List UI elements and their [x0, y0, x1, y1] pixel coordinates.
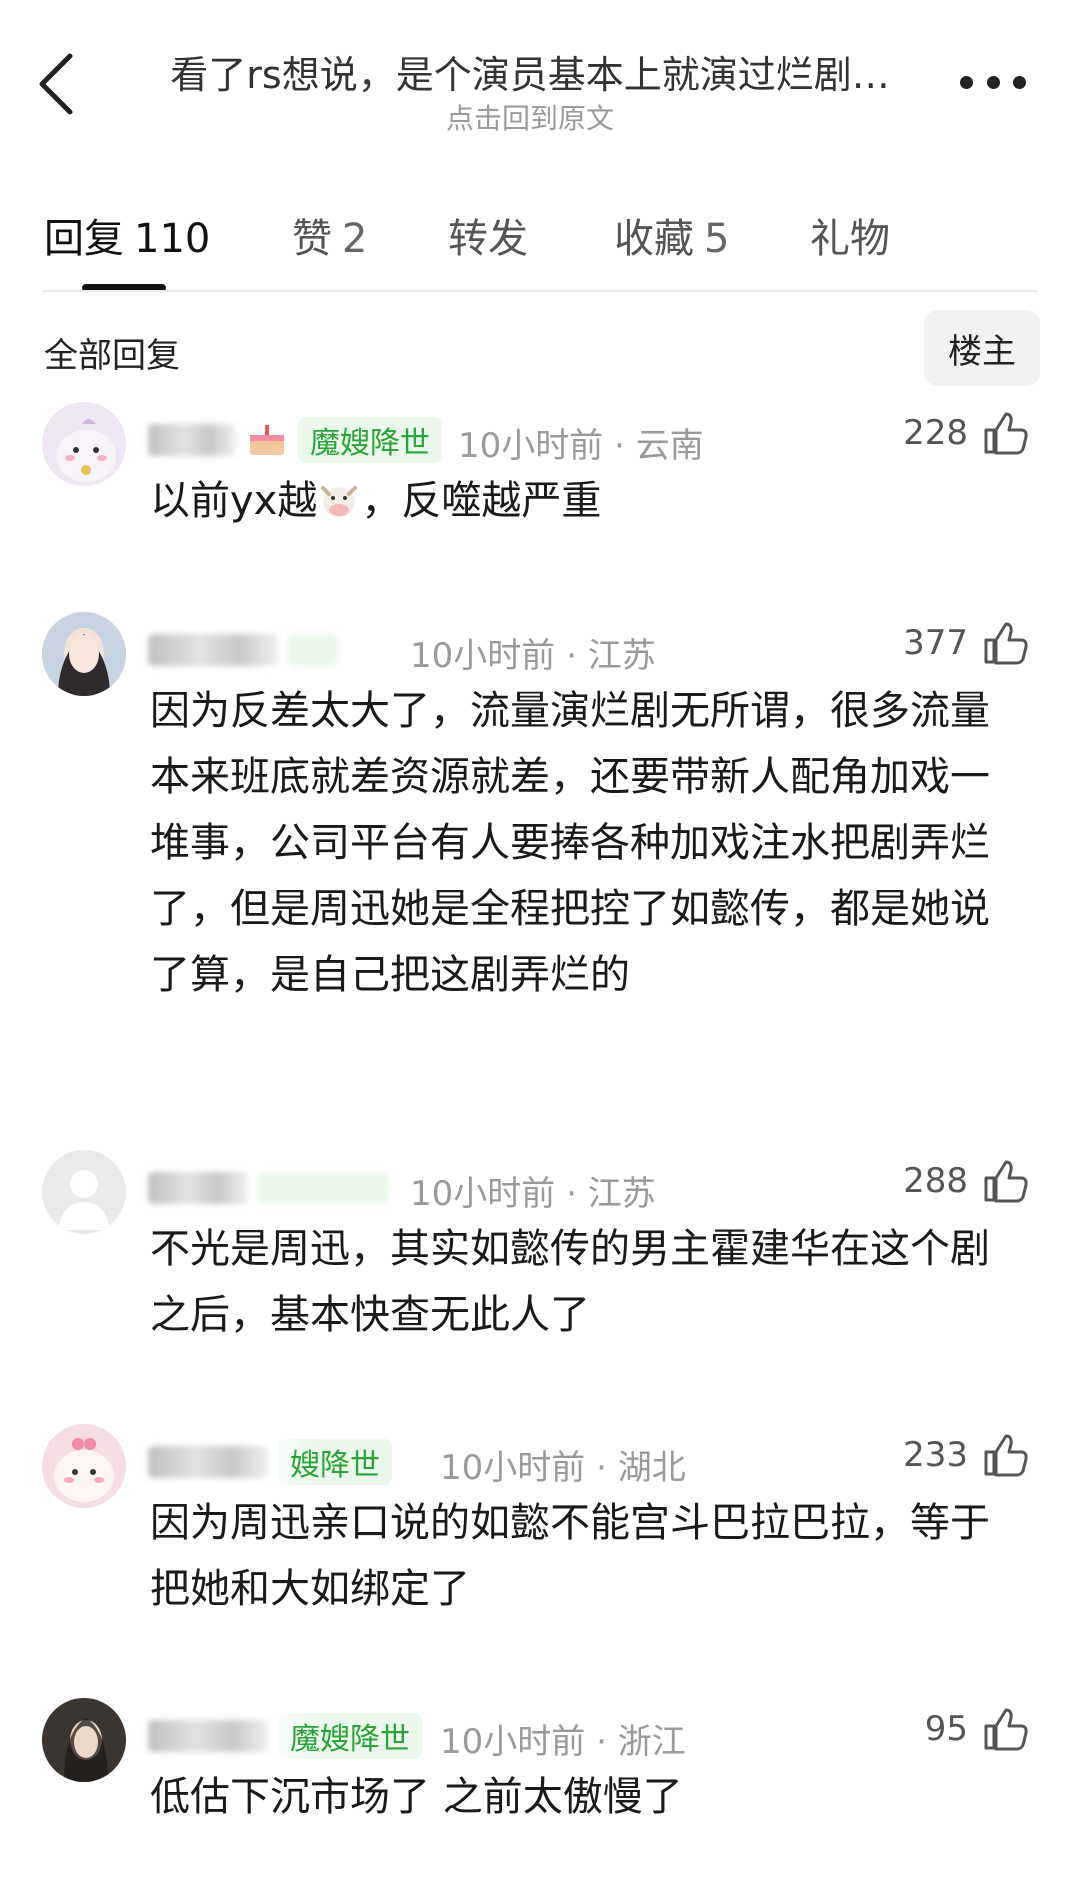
comment-item: 魔嫂降世 10小时前 · 浙江 95 低估下沉市场了 之前太傲慢了 [0, 1698, 1080, 1858]
tab-count: 2 [342, 216, 368, 262]
avatar-image [42, 1424, 126, 1508]
back-button[interactable] [34, 52, 78, 116]
like-count: 377 [903, 623, 968, 663]
comment-text: 因为周迅亲口说的如懿不能宫斗巴拉巴拉，等于把她和大如绑定了 [150, 1500, 990, 1612]
tab-count: 110 [134, 216, 211, 262]
username-row[interactable]: 魔嫂降世 [148, 1712, 422, 1760]
tab-label: 回复 [44, 216, 124, 262]
fan-badge: 嫂降世 [278, 1439, 392, 1485]
comment-time: 10小时前 [410, 636, 556, 676]
tab-label: 礼物 [810, 216, 890, 262]
tab-count: 5 [704, 216, 730, 262]
like-count: 95 [924, 1709, 968, 1749]
like-button[interactable]: 228 [903, 410, 1028, 456]
username-blurred [148, 634, 278, 666]
comment-region: 湖北 [617, 1448, 686, 1488]
back-to-original-link[interactable]: 点击回到原文 [130, 97, 930, 137]
section-title: 全部回复 [44, 336, 180, 376]
more-dot [986, 75, 1000, 89]
replies-section-header: 全部回复 楼主 [0, 310, 1080, 390]
username-row[interactable] [148, 1164, 388, 1212]
default-avatar-icon [42, 1150, 126, 1234]
comment-meta: 10小时前 · 江苏 [410, 1174, 656, 1214]
thumbs-up-icon [984, 1434, 1028, 1477]
tab-likes[interactable]: 赞2 [292, 206, 367, 264]
comment-meta: 10小时前 · 湖北 [440, 1448, 686, 1488]
top-bar: 看了rs想说，是个演员基本上就演过烂剧… 点击回到原文 [0, 0, 1080, 140]
avatar[interactable] [42, 1150, 126, 1234]
fan-badge-blurred [288, 634, 338, 666]
like-button[interactable]: 233 [903, 1432, 1028, 1478]
username-row[interactable]: 魔嫂降世 [148, 416, 442, 464]
tab-gifts[interactable]: 礼物 [810, 206, 890, 264]
avatar-image [42, 612, 126, 696]
comment-time: 10小时前 [440, 1722, 586, 1762]
like-button[interactable]: 95 [925, 1706, 1028, 1752]
thumbs-up-icon [984, 1708, 1028, 1751]
username-row[interactable]: 嫂降世 [148, 1438, 392, 1486]
op-only-filter-button[interactable]: 楼主 [924, 310, 1040, 386]
like-count: 288 [903, 1161, 968, 1201]
tab-label: 收藏 [614, 216, 694, 262]
chevron-left-icon [39, 53, 73, 115]
more-button[interactable] [960, 62, 1026, 102]
fan-badge-blurred [258, 1172, 388, 1204]
comment-region: 浙江 [617, 1722, 686, 1762]
username-blurred [148, 1720, 268, 1752]
comment-time: 10小时前 [410, 1174, 556, 1214]
thumbs-up-icon [984, 622, 1028, 665]
tab-bar: 回复 110 赞2 转发 收藏 5 礼物 [0, 190, 1080, 292]
comment-item: 魔嫂降世 10小时前 · 云南 228 以前yx越 ，反噬越严重 [0, 402, 1080, 552]
comment-item: 10小时前 · 江苏 377 因为反差太大了，流量演烂剧无所谓，很多流量本来班底… [0, 612, 1080, 1072]
comment-text-part: 以前yx越 [150, 478, 318, 524]
more-dot [1013, 75, 1026, 89]
comment-region: 云南 [635, 426, 704, 466]
comment-meta: 10小时前 · 浙江 [440, 1722, 686, 1762]
avatar[interactable] [42, 402, 126, 486]
comment-item: 嫂降世 10小时前 · 湖北 233 因为周迅亲口说的如懿不能宫斗巴拉巴拉，等于… [0, 1424, 1080, 1624]
like-count: 233 [903, 1435, 968, 1475]
tab-label: 转发 [448, 216, 528, 262]
comment-text: 低估下沉市场了 之前太傲慢了 [150, 1774, 683, 1820]
post-title[interactable]: 看了rs想说，是个演员基本上就演过烂剧… [130, 44, 930, 99]
like-button[interactable]: 288 [903, 1158, 1028, 1204]
tab-reposts[interactable]: 转发 [448, 206, 528, 264]
username-blurred [148, 1172, 248, 1204]
thumbs-up-icon [984, 412, 1028, 455]
tab-favorites[interactable]: 收藏 5 [614, 206, 729, 264]
thumbs-up-icon [984, 1160, 1028, 1203]
comment-text: 以前yx越 ，反噬越严重 [150, 468, 1010, 534]
avatar[interactable] [42, 1698, 126, 1782]
comment-meta: 10小时前 · 江苏 [410, 636, 656, 676]
like-button[interactable]: 377 [903, 620, 1028, 666]
comment-time: 10小时前 [440, 1448, 586, 1488]
avatar-image [42, 1698, 126, 1782]
username-row[interactable] [148, 626, 338, 674]
like-count: 228 [903, 413, 968, 453]
avatar[interactable] [42, 1424, 126, 1508]
comment-text: 不光是周迅，其实如懿传的男主霍建华在这个剧之后，基本快查无此人了 [150, 1226, 990, 1338]
comment-meta: 10小时前 · 云南 [458, 426, 704, 466]
comment-text-part: ，反噬越严重 [361, 478, 602, 524]
avatar-image [42, 402, 126, 486]
avatar[interactable] [42, 612, 126, 696]
comment-time: 10小时前 [458, 426, 604, 466]
cake-icon [250, 425, 284, 455]
tab-replies[interactable]: 回复 110 [44, 206, 210, 264]
divider [42, 290, 1038, 292]
more-dots-icon [960, 75, 973, 89]
comment-region: 江苏 [587, 636, 656, 676]
comment-text: 因为反差太大了，流量演烂剧无所谓，很多流量本来班底就差资源就差，还要带新人配角加… [150, 688, 990, 998]
tab-label: 赞 [292, 216, 332, 262]
fan-badge: 魔嫂降世 [298, 417, 442, 463]
cow-face-icon [321, 486, 358, 517]
comment-region: 江苏 [587, 1174, 656, 1214]
fan-badge: 魔嫂降世 [278, 1713, 422, 1759]
username-blurred [148, 424, 236, 456]
comment-item: 10小时前 · 江苏 288 不光是周迅，其实如懿传的男主霍建华在这个剧之后，基… [0, 1150, 1080, 1350]
username-blurred [148, 1446, 268, 1478]
